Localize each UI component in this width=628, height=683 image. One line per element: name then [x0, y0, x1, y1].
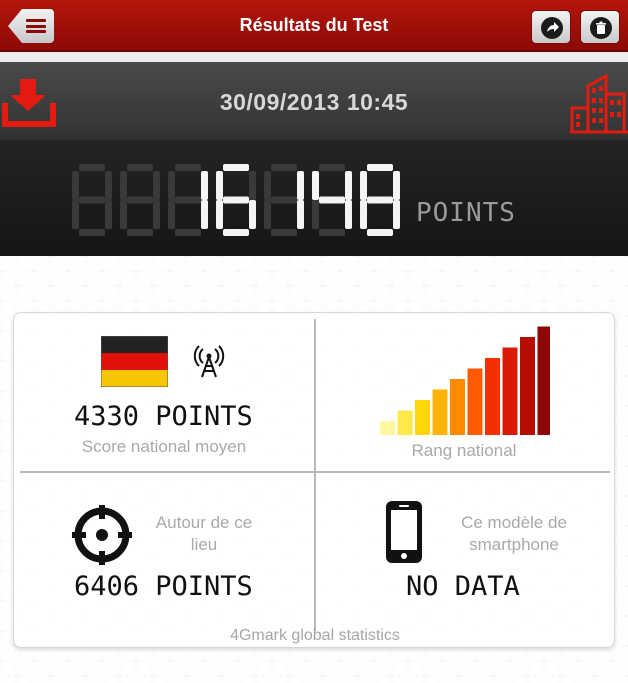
digit-segment	[312, 200, 319, 229]
digit-segment	[105, 171, 112, 200]
digit-segment	[72, 200, 79, 229]
app-header: Résultats du Test	[0, 0, 628, 52]
digit-segment	[201, 200, 208, 229]
rank-bar	[432, 389, 448, 435]
digit-segment	[345, 200, 352, 229]
digit-segment	[345, 171, 352, 200]
digit-segment	[249, 171, 256, 200]
rank-bar	[450, 379, 465, 435]
location-label-line2: lieu	[190, 535, 218, 554]
digit-segment	[319, 164, 345, 171]
digit-segment	[105, 200, 112, 229]
rank-bar	[397, 410, 413, 435]
digit-segment	[120, 200, 127, 229]
national-score-label: Score national moyen	[81, 437, 247, 456]
score-digit	[216, 164, 256, 236]
share-icon	[541, 17, 563, 39]
location-score-value: 6406 POINTS	[74, 571, 253, 602]
delete-button[interactable]	[580, 10, 620, 44]
digit-segment	[264, 171, 271, 200]
rank-bar	[502, 347, 518, 435]
digit-segment	[175, 229, 201, 236]
score-band: POINTS	[0, 140, 628, 256]
digit-segment	[216, 200, 223, 229]
model-label-line2: smartphone	[469, 535, 559, 554]
score-digit	[168, 164, 208, 236]
model-score-value: NO DATA	[406, 571, 520, 602]
rank-bars-icon	[380, 326, 550, 435]
digit-segment	[271, 196, 297, 204]
digit-segment	[367, 196, 393, 204]
digit-segment	[201, 171, 208, 200]
global-stats-footer: 4Gmark global statistics	[230, 627, 400, 644]
digit-segment	[271, 164, 297, 171]
digit-segment	[271, 229, 297, 236]
rank-bar	[485, 358, 500, 435]
location-label-line1: Autour de ce	[155, 513, 253, 532]
score-unit: POINTS	[416, 198, 516, 228]
stats-panel: 4330 POINTS Score national moyen Rang na…	[13, 312, 615, 648]
score-digit	[360, 164, 400, 236]
digit-segment	[223, 164, 249, 171]
digit-segment	[216, 171, 223, 200]
digit-segment	[393, 200, 400, 229]
digit-segment	[153, 200, 160, 229]
rank-bar	[380, 421, 395, 435]
digit-segment	[79, 229, 105, 236]
smartphone-icon	[386, 501, 422, 563]
digit-segment	[319, 196, 345, 204]
digit-segment	[168, 200, 175, 229]
digit-segment	[120, 171, 127, 200]
trash-icon	[590, 17, 612, 39]
digit-segment	[223, 229, 249, 236]
menu-back-icon	[26, 19, 46, 33]
digit-segment	[297, 200, 304, 229]
digit-segment	[79, 164, 105, 171]
test-datetime: 30/09/2013 10:45	[219, 89, 409, 115]
digit-segment	[312, 171, 319, 200]
antenna-icon	[193, 345, 225, 378]
national-rank-label: Rang national	[411, 441, 517, 460]
digit-segment	[175, 196, 201, 204]
digit-segment	[249, 200, 256, 229]
digit-segment	[223, 196, 249, 204]
building-icon[interactable]	[570, 72, 628, 136]
digit-segment	[168, 171, 175, 200]
digit-segment	[360, 171, 367, 200]
digit-segment	[153, 171, 160, 200]
page-title: Résultats du Test	[239, 15, 389, 35]
digit-segment	[360, 200, 367, 229]
score-display	[72, 164, 400, 236]
digit-segment	[127, 229, 153, 236]
digit-segment	[297, 171, 304, 200]
digit-segment	[264, 200, 271, 229]
national-score-value: 4330 POINTS	[74, 401, 253, 432]
rank-bar	[537, 326, 550, 435]
divider	[314, 319, 316, 631]
digit-segment	[127, 196, 153, 204]
digit-segment	[79, 196, 105, 204]
digit-segment	[367, 164, 393, 171]
digit-segment	[319, 229, 345, 236]
digit-segment	[367, 229, 393, 236]
digit-segment	[393, 171, 400, 200]
germany-flag-icon	[101, 336, 168, 387]
digit-segment	[72, 171, 79, 200]
digit-segment	[175, 164, 201, 171]
model-label-line1: Ce modèle de	[461, 513, 567, 532]
share-button[interactable]	[531, 10, 571, 44]
back-button[interactable]	[8, 9, 54, 43]
target-icon	[72, 505, 132, 565]
rank-bar	[467, 368, 483, 435]
divider	[20, 471, 610, 473]
rank-bar	[520, 337, 535, 435]
score-digit	[72, 164, 112, 236]
score-digit	[312, 164, 352, 236]
date-band: 30/09/2013 10:45	[0, 62, 628, 140]
score-digit	[264, 164, 304, 236]
rank-bar	[415, 400, 430, 435]
score-digit	[120, 164, 160, 236]
digit-segment	[127, 164, 153, 171]
